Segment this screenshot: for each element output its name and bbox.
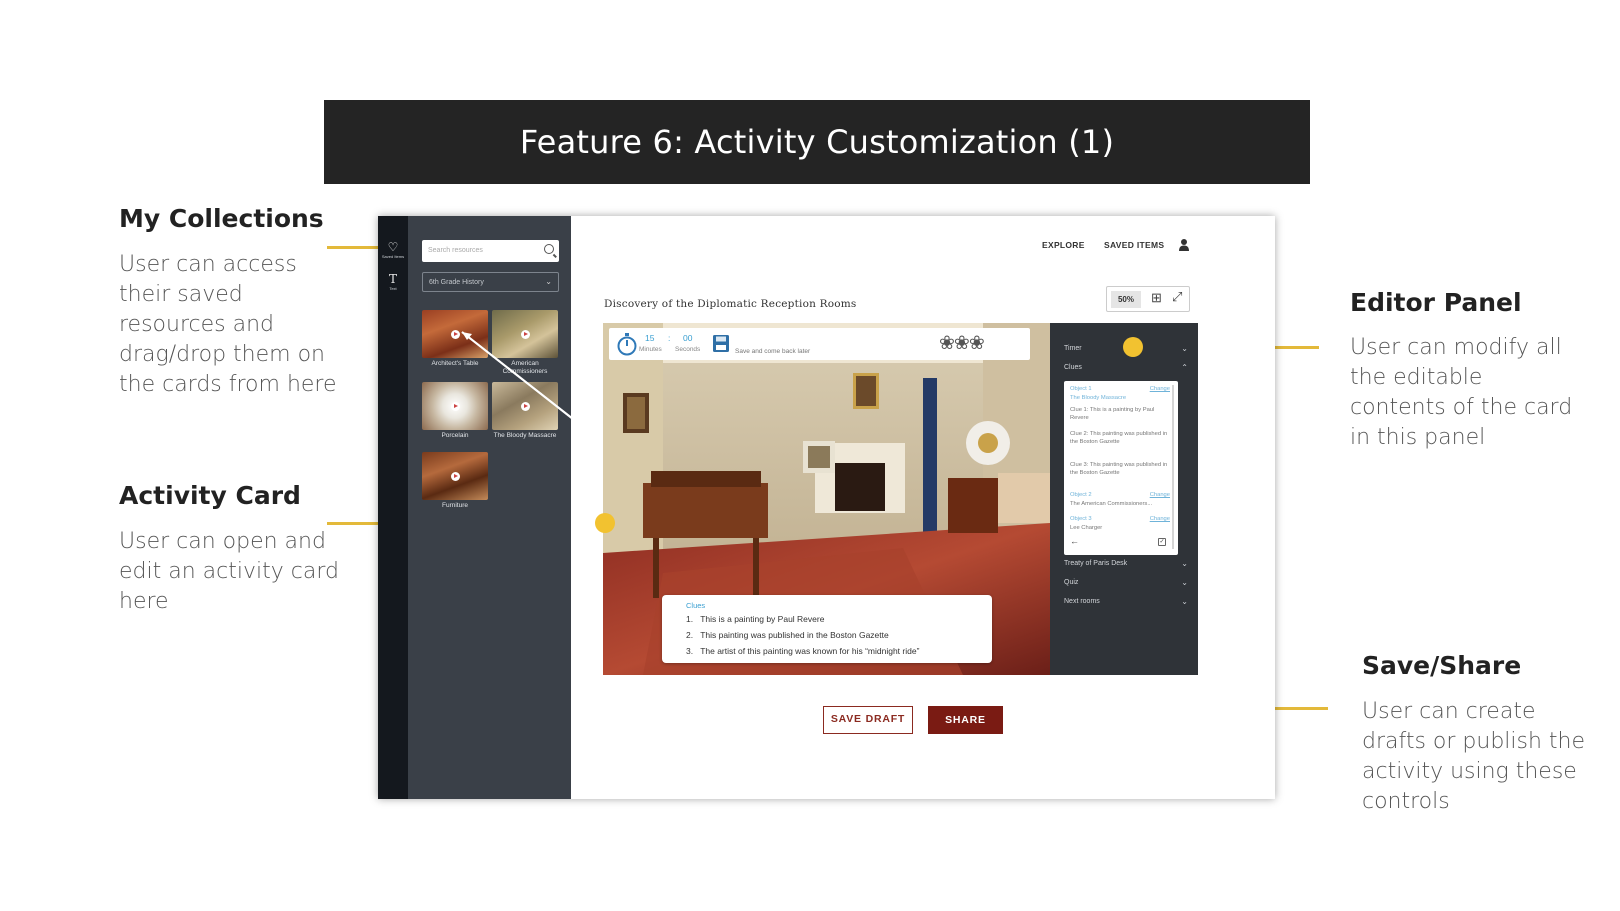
timer-minutes: 15: [645, 333, 655, 343]
annotation-line: contents of the card: [1350, 395, 1573, 420]
timer-seconds-label: Seconds: [675, 346, 701, 353]
share-button[interactable]: SHARE: [928, 706, 1003, 734]
timer-seconds: 00: [683, 333, 693, 343]
annotation-line: here: [119, 589, 169, 614]
callout-dot-editor: [1123, 337, 1143, 357]
annotation-line: drag/drop them on: [119, 342, 325, 367]
annotation-line: in this panel: [1350, 425, 1486, 450]
clues-overlay[interactable]: Clues 1. This is a painting by Paul Reve…: [662, 595, 992, 663]
clue-text: This is a painting by Paul Revere: [700, 614, 825, 624]
editor-panel: Timer ⌄ Clues ⌃ Object 1 Change The Bloody …: [1050, 323, 1198, 675]
grid-icon[interactable]: ⊞: [1151, 290, 1162, 306]
annotation-editor-title: Editor Panel: [1350, 288, 1522, 317]
editor-section-next-rooms[interactable]: Next rooms ⌄: [1064, 597, 1188, 606]
editor-section-label: Treaty of Paris Desk: [1064, 560, 1128, 567]
change-link[interactable]: Change: [1150, 386, 1170, 394]
save-draft-button[interactable]: SAVE DRAFT: [823, 706, 913, 734]
annotation-line: User can open and: [119, 529, 326, 554]
timer-bar: 15 : 00 Minutes Seconds Save and come ba…: [609, 328, 1030, 360]
annotation-line: the editable: [1350, 365, 1483, 390]
annotation-line: controls: [1362, 789, 1450, 814]
editor-section-treaty[interactable]: Treaty of Paris Desk ⌄: [1064, 559, 1188, 568]
object-label: Object 3: [1070, 516, 1092, 522]
object-label: Object 1: [1070, 386, 1092, 392]
annotation-line: their saved: [119, 282, 243, 307]
callout-dot-activity: [595, 513, 615, 533]
object-3-name: Lee Charger: [1070, 525, 1103, 531]
app-window: ♡ Saved Items T Text Search resources 6t…: [378, 216, 1275, 799]
object-2-label: Object 2 Change: [1070, 492, 1170, 500]
clue-1-field[interactable]: Clue 1: This is a painting by Paul Rever…: [1070, 407, 1170, 422]
user-icon[interactable]: [1178, 238, 1190, 251]
clues-title: Clues: [686, 601, 706, 610]
annotation-collections-body: User can access their saved resources an…: [119, 250, 337, 400]
slide-title-banner: Feature 6: Activity Customization (1): [324, 100, 1310, 184]
clues-editor-box: Object 1 Change The Bloody Massacre Clue …: [1064, 381, 1178, 555]
object-2-name: The American Commissioners...: [1070, 501, 1153, 507]
annotation-activity-title: Activity Card: [119, 481, 301, 510]
zoom-level[interactable]: 50%: [1111, 291, 1141, 308]
annotation-save-body: User can create drafts or publish the ac…: [1362, 697, 1585, 817]
save-later-text[interactable]: Save and come back later: [735, 348, 810, 355]
clue-text: The artist of this painting was known fo…: [700, 646, 920, 656]
nav-saved-items[interactable]: SAVED ITEMS: [1104, 240, 1164, 250]
clue-item: 2. This painting was published in the Bo…: [686, 630, 889, 640]
timer-minutes-label: Minutes: [639, 346, 662, 353]
save-disk-icon[interactable]: [713, 335, 729, 352]
annotation-line: resources and: [119, 312, 274, 337]
expand-icon[interactable]: ⤢: [1172, 289, 1182, 305]
editor-timer-label: Timer: [1064, 345, 1082, 352]
chevron-down-icon: ⌄: [1181, 597, 1188, 606]
clue-3-field[interactable]: Clue 3: This painting was published in t…: [1070, 462, 1170, 477]
object-1-label: Object 1 Change: [1070, 386, 1170, 394]
nav-explore[interactable]: EXPLORE: [1042, 240, 1085, 250]
annotation-line: User can access: [119, 252, 297, 277]
timer-separator: :: [668, 333, 671, 343]
object-1-name: The Bloody Massacre: [1070, 395, 1127, 401]
annotation-line: User can modify all: [1350, 335, 1562, 360]
editor-clues-label: Clues: [1064, 364, 1082, 371]
chevron-up-icon: ⌃: [1181, 363, 1188, 372]
editor-section-quiz[interactable]: Quiz ⌄: [1064, 578, 1188, 587]
annotation-collections-title: My Collections: [119, 204, 324, 233]
badge-icons: ❀❀❀: [939, 333, 985, 354]
zoom-controls: 50% ⊞ ⤢: [1106, 286, 1190, 312]
change-link[interactable]: Change: [1150, 516, 1170, 524]
scrollbar[interactable]: [1172, 385, 1174, 549]
slide-title: Feature 6: Activity Customization (1): [519, 123, 1115, 161]
editor-section-label: Quiz: [1064, 579, 1079, 586]
annotation-line: activity using these: [1362, 759, 1577, 784]
annotation-save-title: Save/Share: [1362, 651, 1522, 680]
card-title: Discovery of the Diplomatic Reception Ro…: [604, 298, 857, 310]
chevron-down-icon: ⌄: [1181, 578, 1188, 587]
clue-item: 1. This is a painting by Paul Revere: [686, 614, 825, 624]
editor-section-label: Next rooms: [1064, 598, 1100, 605]
clue-text: This painting was published in the Bosto…: [700, 630, 889, 640]
object-label: Object 2: [1070, 492, 1092, 498]
annotation-line: drafts or publish the: [1362, 729, 1586, 754]
activity-card-scene[interactable]: 15 : 00 Minutes Seconds Save and come ba…: [603, 323, 1050, 675]
annotation-activity-body: User can open and edit an activity card …: [119, 527, 339, 617]
object-3-label: Object 3 Change: [1070, 516, 1170, 524]
stopwatch-icon: [617, 333, 637, 356]
clue-2-field[interactable]: Clue 2: This painting was published in t…: [1070, 431, 1170, 446]
chevron-down-icon: ⌄: [1181, 344, 1188, 353]
back-arrow-icon[interactable]: ←: [1070, 536, 1079, 546]
chevron-down-icon: ⌄: [1181, 559, 1188, 568]
annotation-line: the cards from here: [119, 372, 337, 397]
annotation-line: User can create: [1362, 699, 1536, 724]
clue-item: 3. The artist of this painting was known…: [686, 646, 920, 656]
annotation-line: edit an activity card: [119, 559, 339, 584]
check-icon[interactable]: ✓: [1158, 538, 1166, 546]
change-link[interactable]: Change: [1150, 492, 1170, 500]
editor-clues-row[interactable]: Clues ⌃: [1064, 363, 1188, 372]
annotation-editor-body: User can modify all the editable content…: [1350, 333, 1572, 453]
